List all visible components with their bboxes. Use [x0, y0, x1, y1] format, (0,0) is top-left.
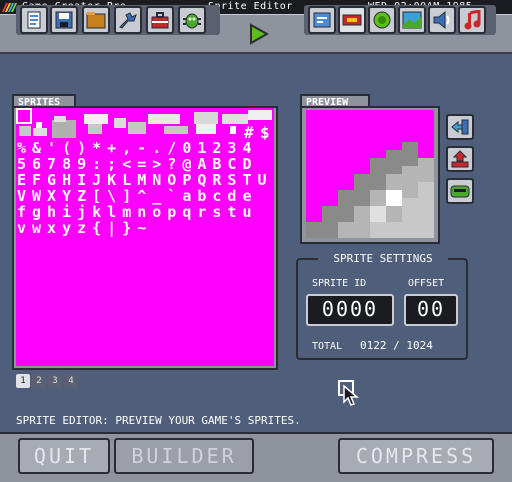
sprite-id-label: SPRITE ID: [312, 278, 367, 289]
sprite-row: EFGHIJKLMNOPQRSTU: [17, 171, 273, 189]
sprite-row: %&'()*+,-./01234: [17, 139, 258, 157]
flip-vertical-icon: [451, 150, 469, 168]
save-disk-icon: [55, 11, 73, 29]
palette-icon: [450, 185, 470, 198]
sprite-sheet[interactable]: # $ %&'()*+,-./01234 56789:;<=>?@ABCD EFGH…: [16, 108, 274, 366]
sprite-editor-icon: [342, 14, 362, 26]
page-tab-1[interactable]: 1: [16, 374, 30, 388]
sprite-id-field[interactable]: 0000: [306, 294, 394, 326]
code-editor-button[interactable]: [308, 6, 336, 34]
open-button[interactable]: [82, 6, 110, 34]
sprite-row: vwxyz{|}~: [17, 219, 153, 237]
svg-text:$: $: [260, 123, 270, 140]
toolbox-icon: [151, 12, 169, 29]
offset-field[interactable]: 00: [404, 294, 458, 326]
sprite-row: fghijklmnopqrstu: [17, 203, 258, 221]
flip-horizontal-icon: [451, 119, 469, 135]
flip-horizontal-button[interactable]: [446, 114, 474, 140]
tile-editor-icon: [373, 11, 391, 29]
save-button[interactable]: [50, 6, 78, 34]
map-editor-button[interactable]: [398, 6, 426, 34]
app-logo-icon: [1, 2, 18, 12]
new-button[interactable]: [20, 6, 48, 34]
flip-vertical-button[interactable]: [446, 146, 474, 172]
tools-icon: [119, 12, 137, 29]
code-editor-icon: [313, 12, 331, 28]
tile-editor-button[interactable]: [368, 6, 396, 34]
page-tab-4[interactable]: 4: [64, 374, 78, 388]
mouse-cursor-icon: [338, 380, 360, 406]
sprite-settings-title: SPRITE SETTINGS: [318, 252, 448, 266]
music-editor-icon: [464, 10, 481, 30]
total-label: TOTAL: [312, 341, 343, 352]
character-sprites: %&'()*+,-./01234 56789:;<=>?@ABCD EFGHIJKL…: [16, 140, 273, 236]
sprite-row: VWXYZ[\]^_`abcde: [17, 187, 258, 205]
document-icon: [27, 11, 41, 29]
graphic-sprites: # $: [16, 108, 272, 140]
debug-button[interactable]: [178, 6, 206, 34]
svg-text:#: #: [244, 123, 254, 140]
page-tab-2[interactable]: 2: [32, 374, 46, 388]
compress-button[interactable]: COMPRESS: [338, 438, 494, 474]
preview-sprite: [306, 142, 434, 238]
offset-label: OFFSET: [408, 278, 445, 289]
music-editor-button[interactable]: [458, 6, 486, 34]
graphic-sprites-row: # $: [16, 108, 274, 140]
folder-icon: [86, 12, 106, 29]
play-icon: [250, 23, 269, 45]
sprite-editor-button[interactable]: [338, 6, 366, 34]
status-text: SPRITE EDITOR: PREVIEW YOUR GAME'S SPRIT…: [16, 414, 301, 427]
tools-button[interactable]: [114, 6, 142, 34]
toolbox-button[interactable]: [146, 6, 174, 34]
page-tab-3[interactable]: 3: [48, 374, 62, 388]
run-button[interactable]: [244, 20, 272, 48]
sound-editor-button[interactable]: [428, 6, 456, 34]
sound-editor-icon: [433, 11, 450, 29]
map-editor-icon: [402, 11, 422, 29]
builder-button[interactable]: BUILDER: [114, 438, 254, 474]
quit-button[interactable]: QUIT: [18, 438, 110, 474]
window-title: Sprite Editor: [208, 1, 293, 12]
bug-icon: [183, 13, 201, 29]
sprite-row: 56789:;<=>?@ABCD: [17, 155, 258, 173]
total-value: 0122 / 1024: [360, 339, 433, 352]
palette-button[interactable]: [446, 178, 474, 204]
preview-canvas: [306, 110, 434, 238]
